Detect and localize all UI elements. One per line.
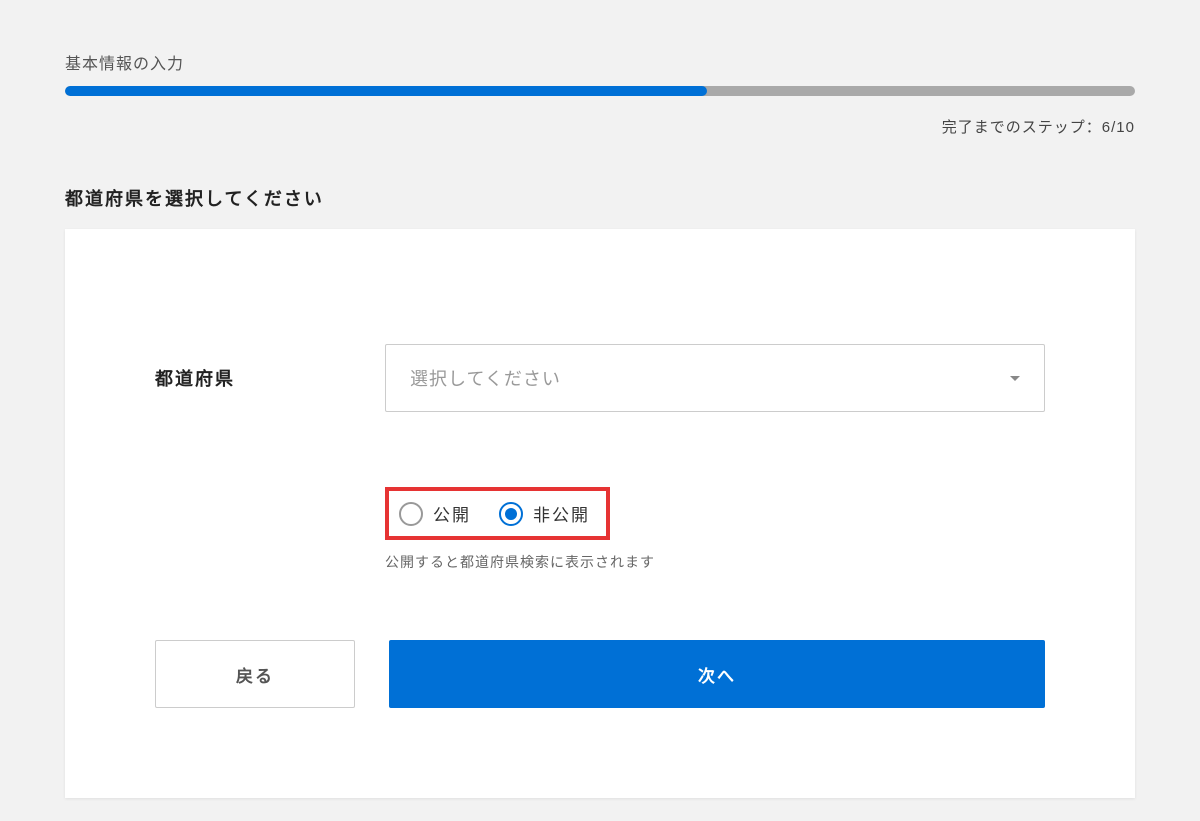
radio-highlight-box: 公開 非公開 (385, 487, 610, 540)
select-placeholder: 選択してください (410, 365, 561, 391)
button-row: 戻る 次へ (155, 640, 1045, 708)
progress-bar-fill (65, 86, 707, 96)
radio-circle-selected-icon (499, 502, 523, 526)
prefecture-row: 都道府県 選択してください (155, 344, 1045, 412)
form-card: 都道府県 選択してください 公開 非公開 公開すると都道府県検索に表示されます … (65, 229, 1135, 798)
next-button[interactable]: 次へ (389, 640, 1045, 708)
radio-private-label: 非公開 (533, 501, 590, 526)
prefecture-select[interactable]: 選択してください (385, 344, 1045, 412)
radio-circle-icon (399, 502, 423, 526)
visibility-hint: 公開すると都道府県検索に表示されます (385, 552, 1045, 572)
caret-down-icon (1010, 376, 1020, 381)
prefecture-select-wrapper: 選択してください (385, 344, 1045, 412)
header-title: 基本情報の入力 (65, 50, 1135, 74)
back-button[interactable]: 戻る (155, 640, 355, 708)
radio-public[interactable]: 公開 (399, 501, 471, 526)
prefecture-label: 都道府県 (155, 365, 305, 391)
radio-private[interactable]: 非公開 (499, 501, 590, 526)
progress-bar (65, 86, 1135, 96)
radio-public-label: 公開 (433, 501, 471, 526)
section-title: 都道府県を選択してください (65, 185, 1135, 211)
step-text: 完了までのステップ：6/10 (65, 116, 1135, 137)
visibility-section: 公開 非公開 公開すると都道府県検索に表示されます (385, 487, 1045, 572)
